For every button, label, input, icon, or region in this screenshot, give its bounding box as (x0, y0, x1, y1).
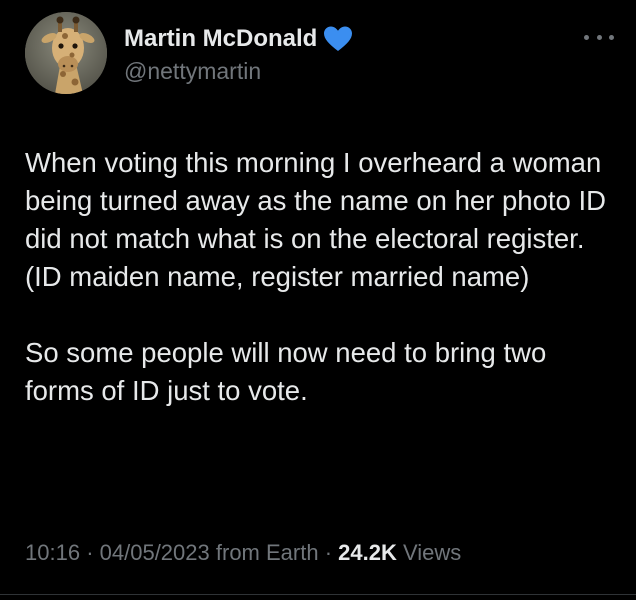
more-options-icon[interactable] (584, 30, 614, 44)
display-name[interactable]: Martin McDonald (124, 25, 317, 53)
author-handle[interactable]: @nettymartin (124, 58, 261, 85)
meta-separator: · (86, 540, 94, 565)
tweet-source: from Earth (215, 540, 319, 565)
views-count[interactable]: 24.2K (338, 540, 397, 565)
author-name-row: Martin McDonald (124, 22, 353, 56)
tweet-time[interactable]: 10:16 (25, 540, 80, 565)
views-label: Views (403, 540, 462, 565)
dot (609, 34, 614, 40)
tweet-paragraph: When voting this morning I overheard a w… (25, 147, 606, 292)
tweet-paragraph: So some people will now need to bring tw… (25, 337, 547, 406)
dot (584, 34, 589, 40)
dot (596, 34, 602, 40)
tweet: Martin McDonald @nettymartin When voting… (0, 0, 636, 600)
meta-separator: · (324, 540, 333, 565)
tweet-date[interactable]: 04/05/2023 (100, 540, 210, 565)
tweet-text: When voting this morning I overheard a w… (25, 144, 615, 410)
avatar[interactable] (25, 12, 107, 94)
tweet-meta: 10:16 · 04/05/2023 from Earth · 24.2K Vi… (25, 540, 461, 566)
giraffe-avatar-icon (25, 12, 107, 94)
divider (0, 594, 636, 595)
blue-heart-icon (323, 25, 353, 53)
